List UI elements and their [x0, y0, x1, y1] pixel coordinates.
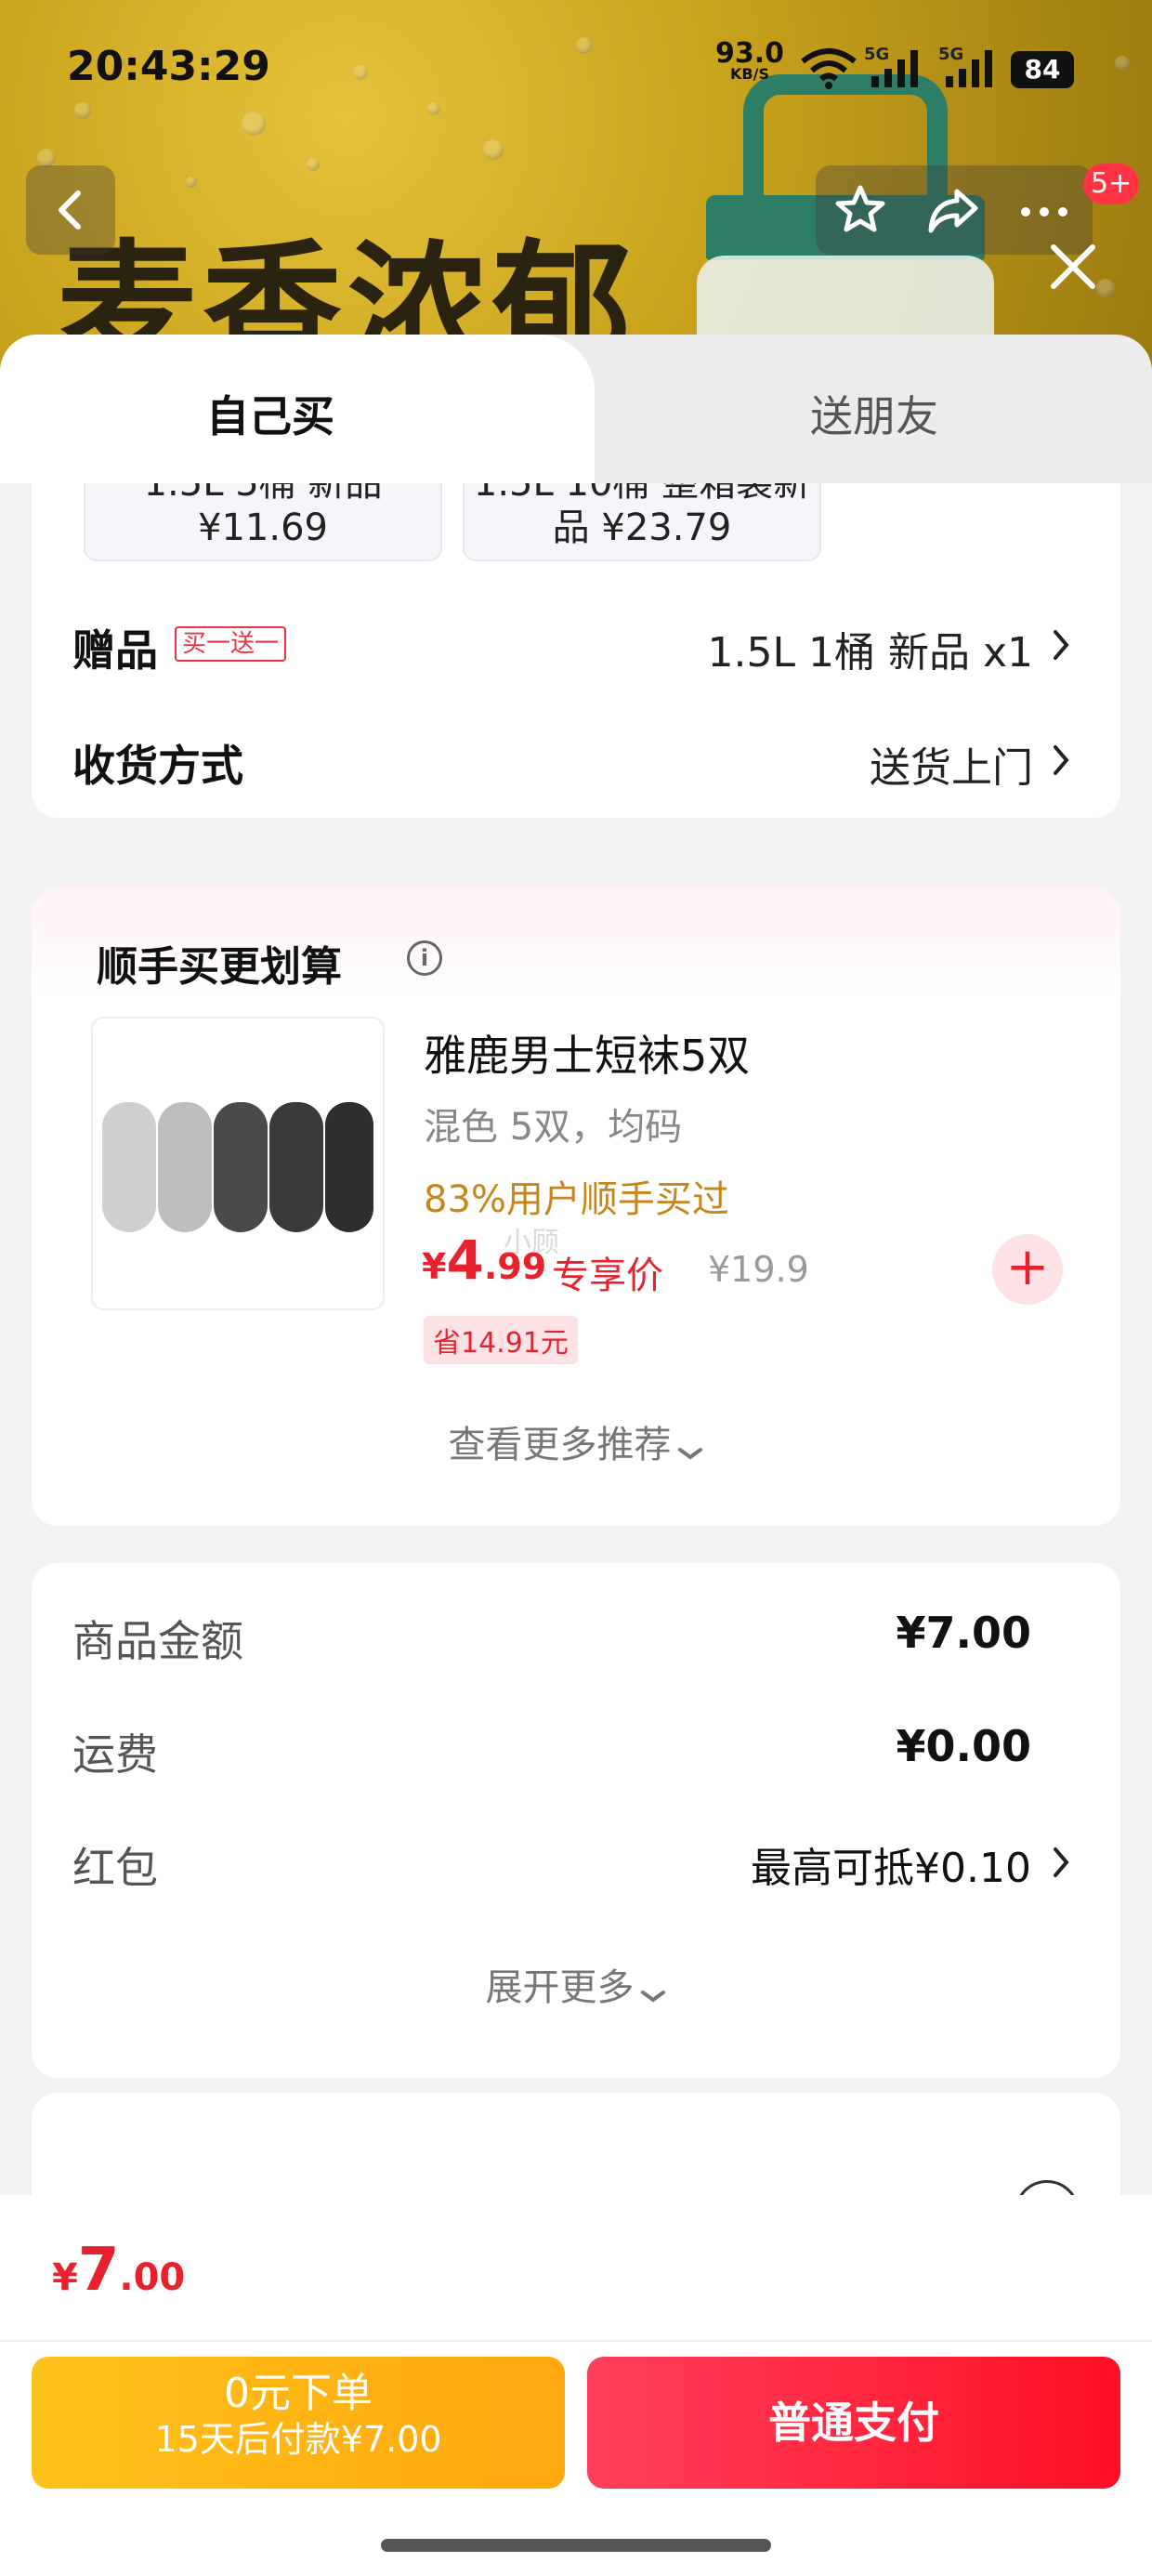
gift-row[interactable]: 赠品 买一送一 1.5L 1桶 新品 x1 — [32, 602, 1120, 680]
back-icon — [59, 191, 81, 230]
info-icon[interactable]: i — [407, 940, 442, 976]
tab-gift-friend[interactable]: 送朋友 — [810, 383, 938, 444]
upsell-price: ¥4.99 — [422, 1229, 546, 1292]
price-label: 专享价 — [552, 1255, 663, 1297]
star-icon[interactable] — [829, 178, 892, 242]
tab-bar: 自己买 送朋友 — [0, 335, 1152, 483]
subtotal-value: ¥7.00 — [896, 1608, 1031, 1658]
spec-option-price: 品 ¥23.79 — [552, 506, 732, 549]
subtotal-label: 商品金额 — [72, 1616, 243, 1666]
sock-image — [325, 1102, 373, 1232]
see-more-label: 查看更多推荐 — [448, 1424, 672, 1466]
status-bar: 20:43:29 93.0 KB/S 5G 5G 84 — [0, 0, 1152, 139]
expand-more-label: 展开更多 — [485, 1966, 635, 2009]
signal-strength-icon-sim2 — [946, 50, 992, 87]
pay-later-button-subtitle: 15天后付款¥7.00 — [154, 2419, 442, 2460]
sock-image — [269, 1102, 323, 1232]
original-price: ¥19.9 — [708, 1249, 809, 1290]
spec-option[interactable]: 1.5L 10桶 整箱装新 品 ¥23.79 — [463, 483, 821, 561]
pay-later-order-button[interactable]: 0元下单 15天后付款¥7.00 — [32, 2357, 565, 2489]
pay-later-button-title: 0元下单 — [224, 2370, 373, 2417]
chevron-right-icon — [1054, 630, 1069, 660]
red-packet-label: 红包 — [72, 1843, 158, 1893]
total-currency: ¥ — [52, 2256, 78, 2299]
sock-image — [102, 1102, 156, 1232]
gift-tag: 买一送一 — [175, 626, 287, 662]
add-upsell-button[interactable]: + — [992, 1234, 1063, 1305]
red-packet-row[interactable]: 红包 最高可抵¥0.10 — [32, 1816, 1120, 1905]
delivery-row-label: 收货方式 — [72, 741, 243, 791]
normal-pay-button[interactable]: 普通支付 — [587, 2357, 1120, 2489]
spec-option-name: 1.5L 5桶 新品 — [143, 483, 383, 505]
wifi-icon — [801, 48, 857, 89]
gift-row-value: 1.5L 1桶 新品 x1 — [707, 629, 1033, 677]
chevron-right-icon — [1054, 1847, 1069, 1877]
more-icon[interactable] — [1013, 178, 1076, 242]
spec-option-name: 1.5L 10桶 整箱装新 — [473, 483, 811, 505]
upsell-product-name[interactable]: 雅鹿男士短袜5双 — [424, 1022, 750, 1084]
total-decimal: .00 — [119, 2256, 186, 2299]
sock-image — [158, 1102, 212, 1232]
product-thumbnail[interactable] — [91, 1017, 385, 1310]
delivery-row-value: 送货上门 — [870, 744, 1033, 792]
sock-image — [214, 1102, 268, 1232]
gift-row-label: 赠品 — [72, 625, 158, 676]
price-integer: 4 — [446, 1229, 484, 1292]
upsell-social-proof: 83%用户顺手买过 — [424, 1178, 729, 1221]
delivery-row[interactable]: 收货方式 送货上门 — [32, 717, 1120, 795]
chevron-down-icon — [640, 1990, 665, 2002]
home-indicator[interactable] — [381, 2539, 771, 2552]
spec-option[interactable]: 1.5L 5桶 新品 ¥11.69 — [84, 483, 442, 561]
signal-strength-icon-sim1 — [871, 50, 918, 87]
spec-option-price: ¥11.69 — [198, 506, 328, 549]
options-card: 1.5L 5桶 新品 ¥11.69 1.5L 10桶 整箱装新 品 ¥23.79… — [32, 483, 1120, 818]
notification-badge: 5+ — [1083, 164, 1140, 204]
chevron-down-icon — [677, 1447, 702, 1459]
total-price: ¥7.00 — [52, 2236, 185, 2305]
order-summary-card: 商品金额 ¥7.00 运费 ¥0.00 红包 最高可抵¥0.10 展开更多 — [32, 1563, 1120, 2078]
divider — [0, 2340, 1152, 2342]
share-icon[interactable] — [922, 178, 985, 242]
upsell-title: 顺手买更划算 — [97, 943, 342, 991]
total-integer: 7 — [77, 2236, 120, 2305]
network-speed: 93.0 KB/S — [715, 40, 784, 82]
see-more-recommendations[interactable]: 查看更多推荐 — [32, 1414, 1120, 1468]
red-packet-value: 最高可抵¥0.10 — [751, 1845, 1031, 1892]
upsell-card: 顺手买更划算 i 雅鹿男士短袜5双 混色 5双，均码 83%用户顺手买过 小顾 … — [32, 888, 1120, 1526]
price-currency: ¥ — [422, 1246, 447, 1287]
tab-self-buy[interactable]: 自己买 — [206, 383, 334, 444]
status-time: 20:43:29 — [67, 43, 270, 90]
shipping-label: 运费 — [72, 1729, 158, 1780]
save-tag: 省14.91元 — [424, 1316, 578, 1364]
chevron-right-icon — [1054, 745, 1069, 775]
upsell-product-spec: 混色 5双，均码 — [424, 1106, 683, 1149]
back-button[interactable] — [26, 165, 115, 255]
shipping-value: ¥0.00 — [896, 1721, 1031, 1771]
expand-more[interactable]: 展开更多 — [32, 1957, 1120, 2011]
close-icon[interactable] — [1041, 234, 1106, 299]
battery-indicator: 84 — [1011, 51, 1074, 88]
price-decimal: .99 — [483, 1246, 547, 1287]
